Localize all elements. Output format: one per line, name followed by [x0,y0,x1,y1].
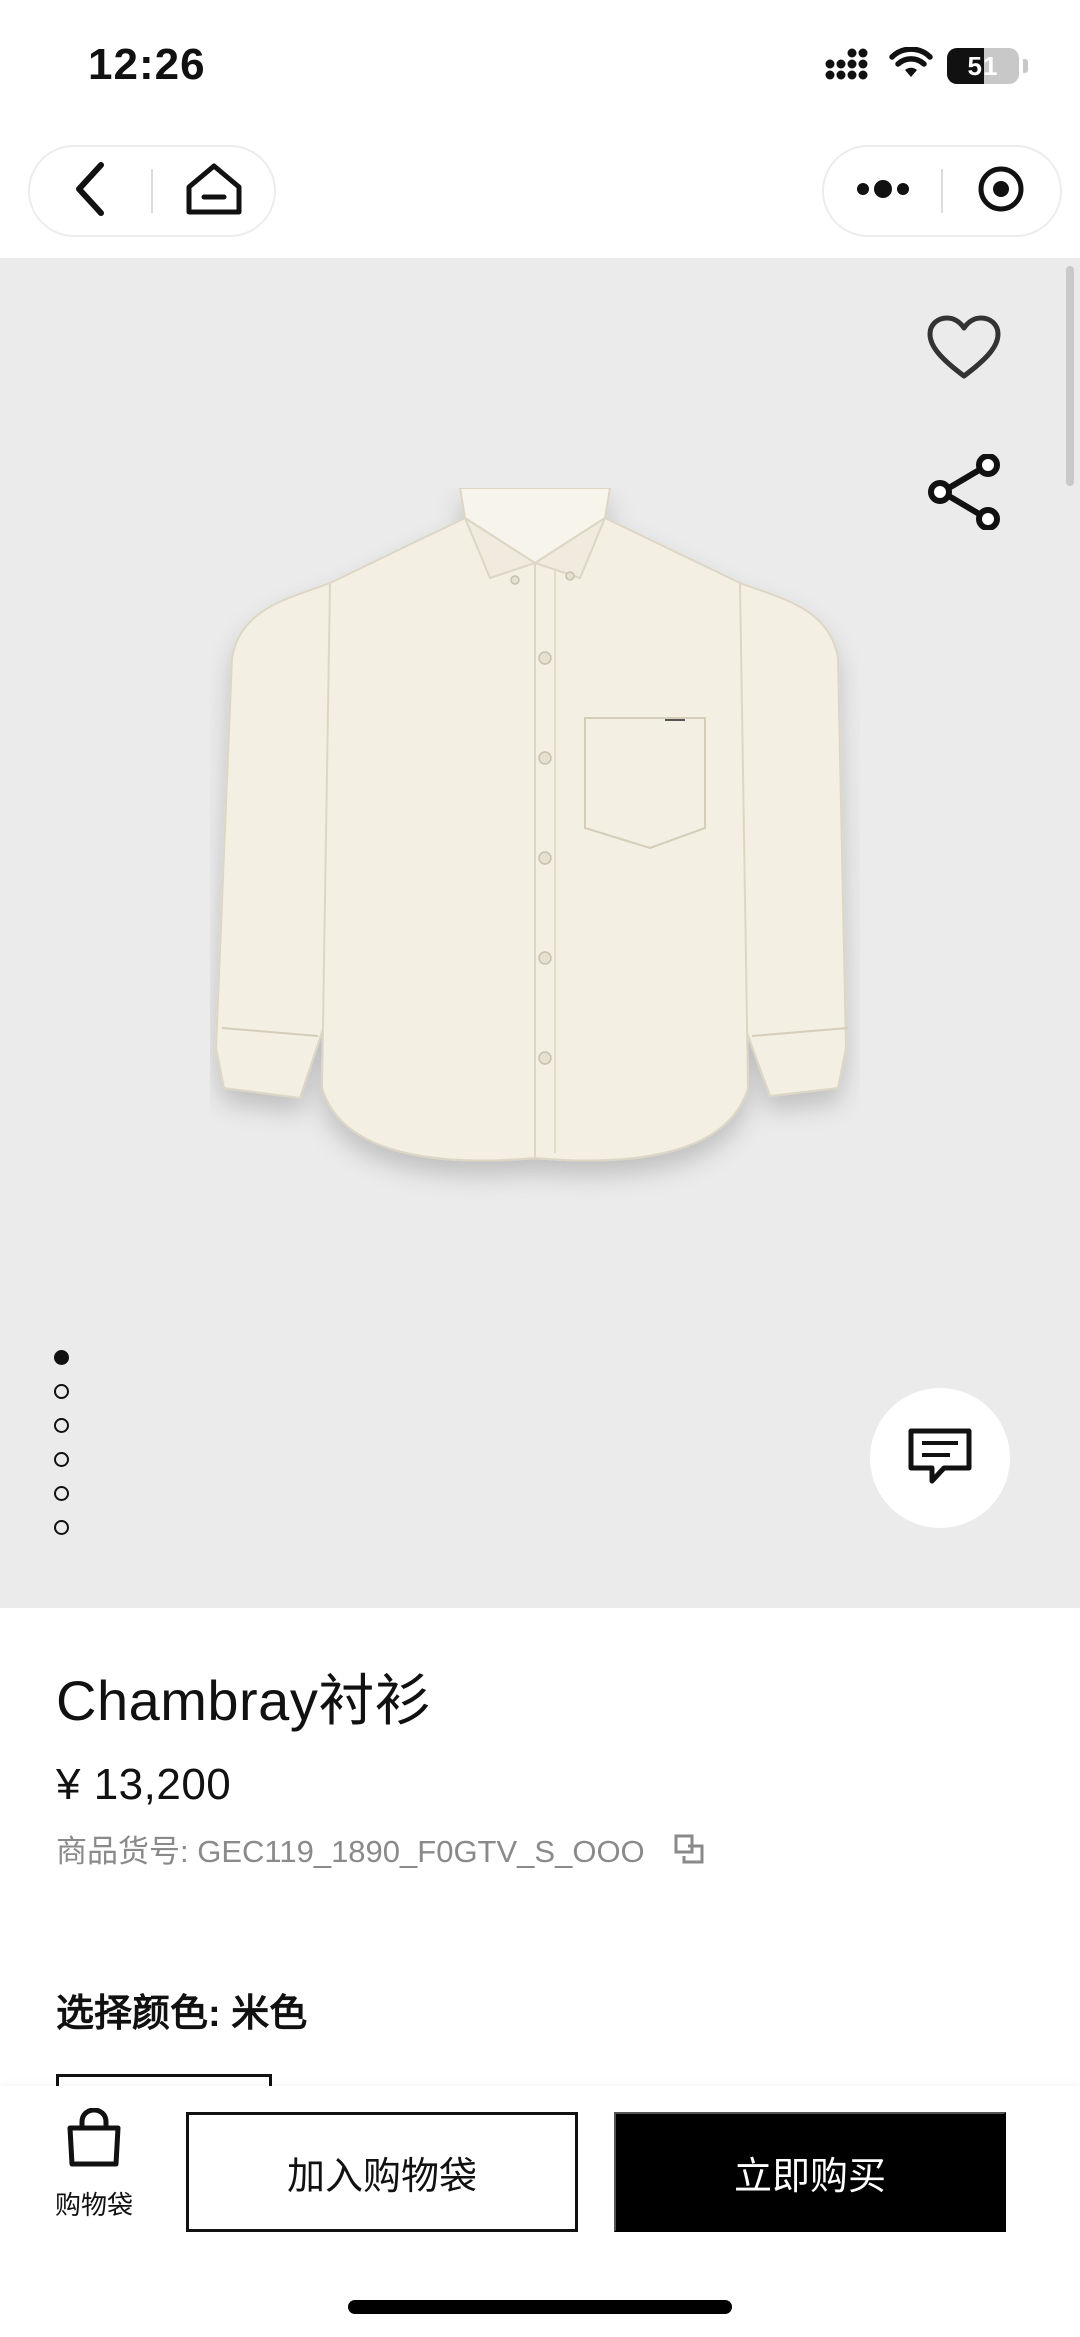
close-miniprogram-button[interactable] [943,145,1060,237]
wifi-icon [889,45,933,86]
home-icon [184,161,244,222]
status-icons: 51 [825,44,1028,88]
carousel-dot[interactable] [54,1384,69,1399]
nav-left-capsule [28,145,276,237]
scrollbar[interactable] [1066,266,1074,486]
sku-text: 商品货号: GEC119_1890_F0GTV_S_OOO [56,1834,645,1869]
product-title: Chambray衬衫 [56,1669,432,1732]
customer-service-button[interactable] [870,1388,1010,1528]
chat-icon [906,1426,974,1491]
favorite-button[interactable] [922,308,1006,392]
carousel-dot[interactable] [54,1520,69,1535]
sku-row: 商品货号: GEC119_1890_F0GTV_S_OOO [56,1826,707,1871]
carousel-indicator[interactable] [54,1350,69,1535]
product-gallery[interactable] [0,258,1080,1608]
shopping-bag-tab[interactable]: 购物袋 [44,2107,144,2228]
add-to-bag-button[interactable]: 加入购物袋 [186,2112,578,2232]
home-button[interactable] [153,145,274,237]
carousel-dot[interactable] [54,1452,69,1467]
color-selector-label: 选择颜色: 米色 [56,1993,308,2035]
battery-tip [1023,59,1028,73]
battery-indicator: 51 [947,48,1019,84]
battery-percent: 51 [967,51,999,81]
status-time: 12:26 [88,40,206,89]
carousel-dot[interactable] [54,1486,69,1501]
back-button[interactable] [30,145,151,237]
more-dots-icon [855,179,911,204]
copy-icon[interactable] [673,1832,707,1866]
share-icon [926,452,1002,535]
status-bar: 12:26 51 [0,0,1080,140]
carousel-dot[interactable] [54,1418,69,1433]
product-photo [214,488,849,1162]
chevron-left-icon [71,159,111,224]
shopping-bag-label: 购物袋 [54,2190,133,2220]
product-price: ¥ 13,200 [56,1760,232,1809]
home-indicator[interactable] [348,2300,732,2314]
signal-icon [825,47,875,86]
buy-now-button[interactable]: 立即购买 [614,2112,1006,2232]
heart-icon [926,314,1002,387]
shopping-bag-icon [64,2107,124,2173]
share-button[interactable] [922,452,1006,536]
target-close-icon [976,164,1026,219]
more-button[interactable] [824,145,941,237]
carousel-dot[interactable] [54,1350,69,1365]
nav-right-capsule [822,145,1062,237]
